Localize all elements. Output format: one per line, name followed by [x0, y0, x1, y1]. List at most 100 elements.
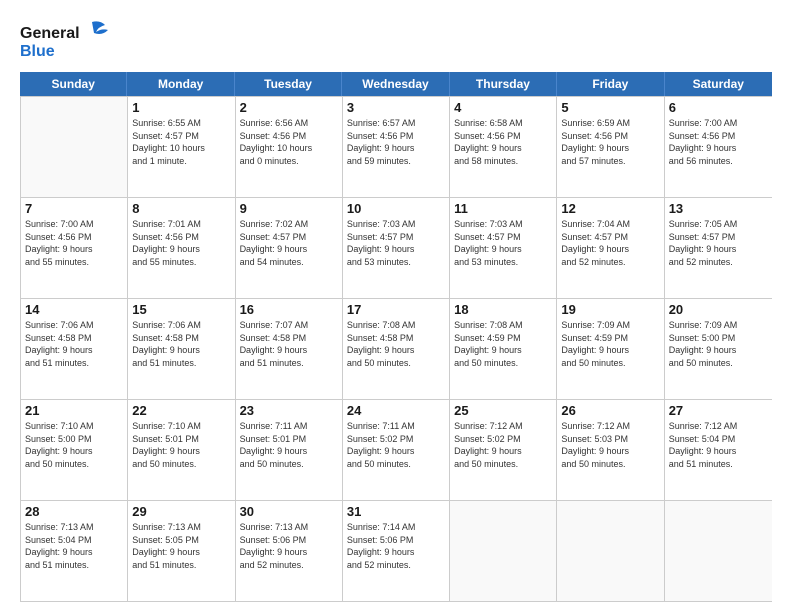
cell-info: Sunrise: 7:10 AMSunset: 5:00 PMDaylight:…: [25, 420, 123, 470]
calendar-cell: 4Sunrise: 6:58 AMSunset: 4:56 PMDaylight…: [450, 97, 557, 197]
cell-info: Sunrise: 7:14 AMSunset: 5:06 PMDaylight:…: [347, 521, 445, 571]
cell-info: Sunrise: 7:09 AMSunset: 5:00 PMDaylight:…: [669, 319, 768, 369]
calendar-cell: 2 Sunrise: 6:56 AMSunset: 4:56 PMDaylight…: [236, 97, 343, 197]
day-number: 1: [132, 100, 230, 115]
day-number: 16: [240, 302, 338, 317]
calendar-row-0: 1 Sunrise: 6:55 AMSunset: 4:57 PMDaylight…: [21, 96, 772, 197]
calendar-cell: 29 Sunrise: 7:13 AMSunset: 5:05 PMDayligh…: [128, 501, 235, 601]
day-number: 24: [347, 403, 445, 418]
calendar-cell: 31Sunrise: 7:14 AMSunset: 5:06 PMDayligh…: [343, 501, 450, 601]
day-number: 29: [132, 504, 230, 519]
calendar-cell: 27 Sunrise: 7:12 AMSunset: 5:04 PMDayligh…: [665, 400, 772, 500]
header: General Blue: [20, 20, 772, 62]
calendar-cell: 3Sunrise: 6:57 AMSunset: 4:56 PMDaylight…: [343, 97, 450, 197]
weekday-header-tuesday: Tuesday: [235, 72, 342, 96]
weekday-header-saturday: Saturday: [665, 72, 772, 96]
calendar-cell: 9 Sunrise: 7:02 AMSunset: 4:57 PMDaylight…: [236, 198, 343, 298]
calendar-cell: 11 Sunrise: 7:03 AMSunset: 4:57 PMDayligh…: [450, 198, 557, 298]
calendar-cell: 14 Sunrise: 7:06 AMSunset: 4:58 PMDayligh…: [21, 299, 128, 399]
cell-info: Sunrise: 7:10 AMSunset: 5:01 PMDaylight:…: [132, 420, 230, 470]
cell-info: Sunrise: 7:08 AMSunset: 4:58 PMDaylight:…: [347, 319, 445, 369]
cell-info: Sunrise: 7:02 AMSunset: 4:57 PMDaylight:…: [240, 218, 338, 268]
cell-info: Sunrise: 7:06 AMSunset: 4:58 PMDaylight:…: [132, 319, 230, 369]
calendar: SundayMondayTuesdayWednesdayThursdayFrid…: [20, 72, 772, 602]
weekday-header-thursday: Thursday: [450, 72, 557, 96]
calendar-cell: [21, 97, 128, 197]
calendar-body: 1 Sunrise: 6:55 AMSunset: 4:57 PMDaylight…: [20, 96, 772, 602]
day-number: 20: [669, 302, 768, 317]
cell-info: Sunrise: 7:01 AMSunset: 4:56 PMDaylight:…: [132, 218, 230, 268]
cell-info: Sunrise: 7:03 AMSunset: 4:57 PMDaylight:…: [347, 218, 445, 268]
day-number: 25: [454, 403, 552, 418]
calendar-cell: 15 Sunrise: 7:06 AMSunset: 4:58 PMDayligh…: [128, 299, 235, 399]
cell-info: Sunrise: 7:05 AMSunset: 4:57 PMDaylight:…: [669, 218, 768, 268]
cell-info: Sunrise: 7:08 AMSunset: 4:59 PMDaylight:…: [454, 319, 552, 369]
day-number: 7: [25, 201, 123, 216]
cell-info: Sunrise: 7:12 AMSunset: 5:03 PMDaylight:…: [561, 420, 659, 470]
day-number: 23: [240, 403, 338, 418]
calendar-cell: 26 Sunrise: 7:12 AMSunset: 5:03 PMDayligh…: [557, 400, 664, 500]
logo-svg: General Blue: [20, 20, 110, 62]
day-number: 30: [240, 504, 338, 519]
calendar-cell: [450, 501, 557, 601]
cell-info: Sunrise: 6:55 AMSunset: 4:57 PMDaylight:…: [132, 117, 230, 167]
day-number: 15: [132, 302, 230, 317]
weekday-header-monday: Monday: [127, 72, 234, 96]
cell-info: Sunrise: 7:00 AMSunset: 4:56 PMDaylight:…: [25, 218, 123, 268]
calendar-cell: 1 Sunrise: 6:55 AMSunset: 4:57 PMDaylight…: [128, 97, 235, 197]
calendar-cell: 19Sunrise: 7:09 AMSunset: 4:59 PMDayligh…: [557, 299, 664, 399]
calendar-cell: 18 Sunrise: 7:08 AMSunset: 4:59 PMDayligh…: [450, 299, 557, 399]
cell-info: Sunrise: 7:13 AMSunset: 5:05 PMDaylight:…: [132, 521, 230, 571]
cell-info: Sunrise: 7:12 AMSunset: 5:04 PMDaylight:…: [669, 420, 768, 470]
calendar-cell: 20 Sunrise: 7:09 AMSunset: 5:00 PMDayligh…: [665, 299, 772, 399]
calendar-cell: 25 Sunrise: 7:12 AMSunset: 5:02 PMDayligh…: [450, 400, 557, 500]
day-number: 2: [240, 100, 338, 115]
calendar-cell: 13 Sunrise: 7:05 AMSunset: 4:57 PMDayligh…: [665, 198, 772, 298]
cell-info: Sunrise: 7:07 AMSunset: 4:58 PMDaylight:…: [240, 319, 338, 369]
calendar-row-2: 14 Sunrise: 7:06 AMSunset: 4:58 PMDayligh…: [21, 298, 772, 399]
day-number: 27: [669, 403, 768, 418]
cell-info: Sunrise: 7:03 AMSunset: 4:57 PMDaylight:…: [454, 218, 552, 268]
calendar-cell: 28 Sunrise: 7:13 AMSunset: 5:04 PMDayligh…: [21, 501, 128, 601]
day-number: 9: [240, 201, 338, 216]
day-number: 12: [561, 201, 659, 216]
day-number: 11: [454, 201, 552, 216]
calendar-cell: 24 Sunrise: 7:11 AMSunset: 5:02 PMDayligh…: [343, 400, 450, 500]
cell-info: Sunrise: 6:56 AMSunset: 4:56 PMDaylight:…: [240, 117, 338, 167]
calendar-header: SundayMondayTuesdayWednesdayThursdayFrid…: [20, 72, 772, 96]
day-number: 5: [561, 100, 659, 115]
cell-info: Sunrise: 7:04 AMSunset: 4:57 PMDaylight:…: [561, 218, 659, 268]
weekday-header-sunday: Sunday: [20, 72, 127, 96]
day-number: 4: [454, 100, 552, 115]
calendar-cell: 12 Sunrise: 7:04 AMSunset: 4:57 PMDayligh…: [557, 198, 664, 298]
calendar-cell: 23 Sunrise: 7:11 AMSunset: 5:01 PMDayligh…: [236, 400, 343, 500]
calendar-cell: 6Sunrise: 7:00 AMSunset: 4:56 PMDaylight…: [665, 97, 772, 197]
cell-info: Sunrise: 7:11 AMSunset: 5:02 PMDaylight:…: [347, 420, 445, 470]
day-number: 26: [561, 403, 659, 418]
cell-info: Sunrise: 7:13 AMSunset: 5:06 PMDaylight:…: [240, 521, 338, 571]
calendar-cell: 21 Sunrise: 7:10 AMSunset: 5:00 PMDayligh…: [21, 400, 128, 500]
calendar-cell: [557, 501, 664, 601]
cell-info: Sunrise: 7:11 AMSunset: 5:01 PMDaylight:…: [240, 420, 338, 470]
day-number: 10: [347, 201, 445, 216]
cell-info: Sunrise: 6:57 AMSunset: 4:56 PMDaylight:…: [347, 117, 445, 167]
calendar-cell: 30 Sunrise: 7:13 AMSunset: 5:06 PMDayligh…: [236, 501, 343, 601]
cell-info: Sunrise: 7:06 AMSunset: 4:58 PMDaylight:…: [25, 319, 123, 369]
weekday-header-friday: Friday: [557, 72, 664, 96]
day-number: 28: [25, 504, 123, 519]
calendar-cell: [665, 501, 772, 601]
calendar-cell: 22 Sunrise: 7:10 AMSunset: 5:01 PMDayligh…: [128, 400, 235, 500]
day-number: 14: [25, 302, 123, 317]
day-number: 21: [25, 403, 123, 418]
calendar-cell: 7 Sunrise: 7:00 AMSunset: 4:56 PMDaylight…: [21, 198, 128, 298]
cell-info: Sunrise: 7:12 AMSunset: 5:02 PMDaylight:…: [454, 420, 552, 470]
cell-info: Sunrise: 7:09 AMSunset: 4:59 PMDaylight:…: [561, 319, 659, 369]
calendar-row-4: 28 Sunrise: 7:13 AMSunset: 5:04 PMDayligh…: [21, 500, 772, 601]
day-number: 13: [669, 201, 768, 216]
day-number: 18: [454, 302, 552, 317]
calendar-cell: 10 Sunrise: 7:03 AMSunset: 4:57 PMDayligh…: [343, 198, 450, 298]
calendar-cell: 5Sunrise: 6:59 AMSunset: 4:56 PMDaylight…: [557, 97, 664, 197]
cell-info: Sunrise: 7:13 AMSunset: 5:04 PMDaylight:…: [25, 521, 123, 571]
day-number: 22: [132, 403, 230, 418]
calendar-cell: 8Sunrise: 7:01 AMSunset: 4:56 PMDaylight…: [128, 198, 235, 298]
